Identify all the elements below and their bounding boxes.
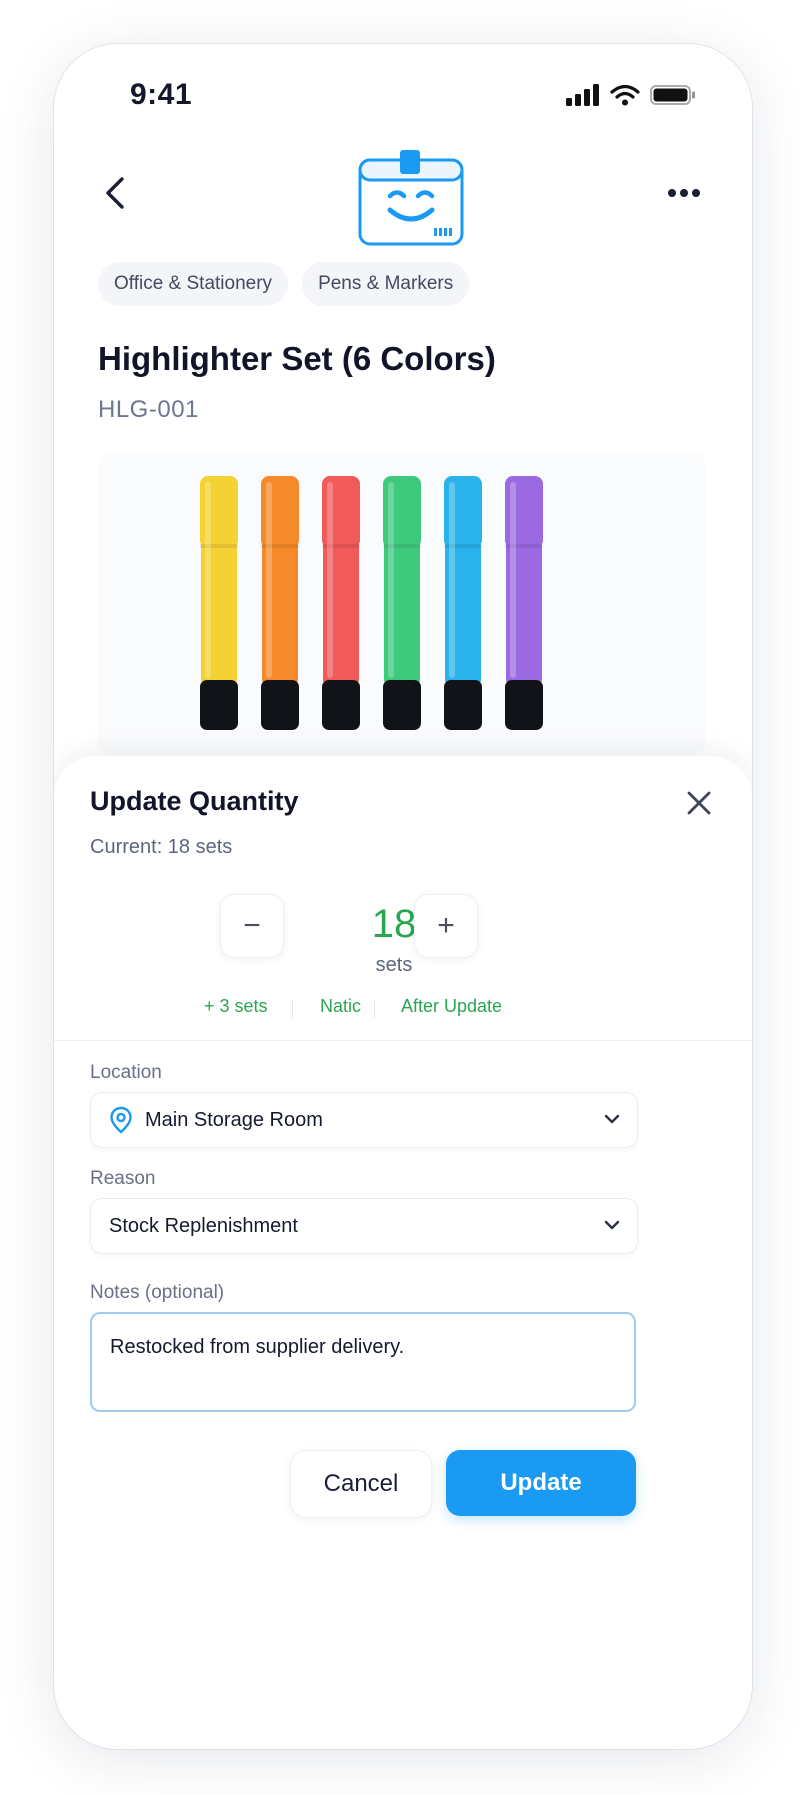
wifi-icon [610, 84, 640, 106]
status-icons [566, 84, 696, 106]
after-update-label: After Update [401, 996, 503, 1016]
status-time: 9:41 [130, 78, 193, 111]
highlighter-pen [322, 476, 360, 730]
phone-frame: 9:41 Office & Stationery Pens & Markers … [54, 44, 752, 1749]
location-select[interactable]: Main Storage Room [90, 1092, 638, 1148]
top-nav [54, 132, 752, 262]
update-mode: Natic [320, 996, 362, 1016]
sheet-title: Update Quantity [90, 786, 299, 816]
reason-value: Stock Replenishment [109, 1215, 298, 1237]
location-value: Main Storage Room [145, 1109, 323, 1131]
close-icon [687, 791, 711, 815]
reason-label: Reason [90, 1168, 156, 1189]
increment-button[interactable]: + [414, 894, 478, 958]
smiling-box-logo-icon [358, 150, 464, 246]
location-pin-icon [110, 1106, 132, 1134]
summary-divider [292, 1000, 293, 1018]
breadcrumb-category[interactable]: Office & Stationery [98, 262, 289, 306]
battery-icon [650, 85, 695, 105]
decrement-button[interactable]: − [220, 894, 284, 958]
notes-label: Notes (optional) [90, 1282, 225, 1303]
summary-divider [374, 1000, 375, 1018]
breadcrumb-subcategory[interactable]: Pens & Markers [302, 262, 470, 306]
product-title: Highlighter Set (6 Colors) [98, 340, 496, 377]
chevron-down-icon [604, 1114, 620, 1124]
more-horizontal-icon [668, 189, 700, 197]
breadcrumb: Office & Stationery Pens & Markers [98, 262, 470, 306]
location-label: Location [90, 1062, 162, 1083]
back-button[interactable] [90, 168, 140, 218]
quantity-summary: + 3 sets Natic After Update [54, 996, 752, 1024]
section-divider [54, 1040, 752, 1041]
status-bar: 9:41 [54, 76, 752, 116]
product-image [98, 452, 706, 756]
highlighter-pen [261, 476, 299, 730]
notes-textarea[interactable]: Restocked from supplier delivery. [90, 1312, 636, 1412]
highlighters-illustration [200, 476, 543, 730]
reason-select[interactable]: Stock Replenishment [90, 1198, 638, 1254]
close-button[interactable] [682, 786, 716, 820]
highlighter-pen [444, 476, 482, 730]
highlighter-pen [200, 476, 238, 730]
change-amount: + 3 sets [204, 996, 268, 1016]
signal-icon [566, 84, 599, 106]
highlighter-pen [505, 476, 543, 730]
update-button[interactable]: Update [446, 1450, 636, 1516]
chevron-left-icon [106, 177, 124, 209]
cancel-button[interactable]: Cancel [290, 1450, 432, 1518]
product-sku: HLG-001 [98, 396, 199, 423]
app-logo [342, 132, 468, 250]
chevron-down-icon [604, 1220, 620, 1230]
update-quantity-sheet: Update Quantity Current: 18 sets − 18 se… [54, 756, 752, 1749]
current-quantity: Current: 18 sets [90, 836, 233, 858]
highlighter-pen [383, 476, 421, 730]
more-options-button[interactable] [656, 168, 712, 218]
